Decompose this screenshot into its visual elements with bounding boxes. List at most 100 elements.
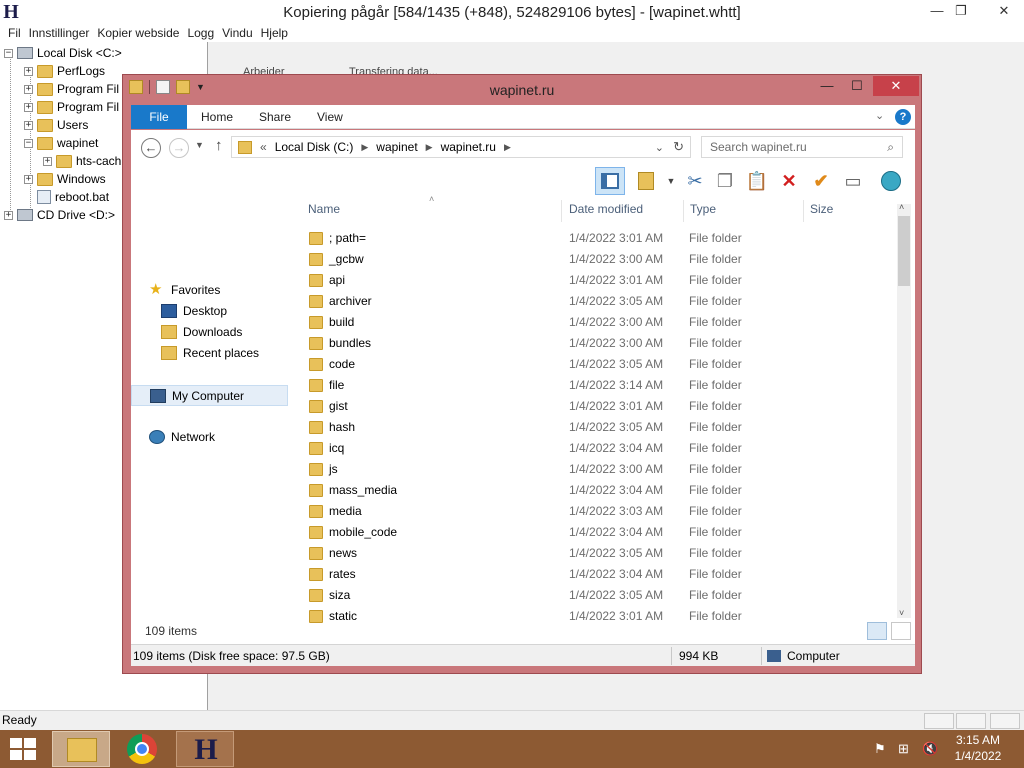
tree-item-perflogs[interactable]: + PerfLogs bbox=[24, 62, 105, 80]
file-row[interactable]: siza 1/4/2022 3:05 AM File folder bbox=[301, 585, 901, 606]
flag-icon[interactable]: ⚑ bbox=[874, 741, 886, 757]
expand-icon[interactable]: + bbox=[43, 156, 52, 166]
preview-pane-icon[interactable] bbox=[595, 167, 625, 195]
expand-icon[interactable]: + bbox=[24, 66, 33, 76]
file-row[interactable]: bundles 1/4/2022 3:00 AM File folder bbox=[301, 333, 901, 354]
paste-icon[interactable]: 📋 bbox=[745, 169, 769, 193]
file-row[interactable]: news 1/4/2022 3:05 AM File folder bbox=[301, 543, 901, 564]
taskbar-httrack[interactable]: H bbox=[176, 731, 234, 767]
checkmark-icon[interactable]: ✔ bbox=[809, 169, 833, 193]
tab-view[interactable]: View bbox=[303, 105, 357, 129]
forward-button[interactable]: → bbox=[169, 138, 189, 158]
close-button[interactable]: ✕ bbox=[986, 0, 1022, 22]
tab-file[interactable]: File bbox=[131, 105, 187, 129]
ribbon-expand-icon[interactable]: ⌄ bbox=[875, 109, 884, 122]
menu-logg[interactable]: Logg bbox=[183, 24, 218, 42]
scroll-up-icon[interactable]: ˄ bbox=[899, 202, 904, 212]
rename-icon[interactable]: ▭ bbox=[841, 169, 865, 193]
file-row[interactable]: mobile_code 1/4/2022 3:04 AM File folder bbox=[301, 522, 901, 543]
address-overflow[interactable]: « bbox=[260, 140, 267, 154]
crumb-wapinet-ru[interactable]: wapinet.ru bbox=[441, 140, 496, 154]
expand-icon[interactable]: + bbox=[24, 174, 33, 184]
expand-icon[interactable]: + bbox=[24, 120, 33, 130]
minimize-button[interactable]: — bbox=[813, 76, 841, 96]
file-row[interactable]: hash 1/4/2022 3:05 AM File folder bbox=[301, 417, 901, 438]
delete-icon[interactable]: ✕ bbox=[777, 169, 801, 193]
file-row[interactable]: code 1/4/2022 3:05 AM File folder bbox=[301, 354, 901, 375]
help-icon[interactable]: ? bbox=[895, 109, 911, 125]
expand-icon[interactable]: + bbox=[24, 102, 33, 112]
crumb-local-disk[interactable]: Local Disk (C:) bbox=[275, 140, 354, 154]
tree-item-wapinet[interactable]: − wapinet bbox=[24, 134, 98, 152]
refresh-icon[interactable]: ↻ bbox=[673, 139, 684, 155]
close-button[interactable]: ✕ bbox=[873, 76, 919, 96]
maximize-button[interactable]: ☐ bbox=[843, 76, 871, 96]
address-dropdown-icon[interactable]: ⌄ bbox=[655, 141, 664, 154]
up-button[interactable]: ↑ bbox=[215, 137, 223, 154]
nav-recent-places[interactable]: Recent places bbox=[161, 343, 259, 363]
file-row[interactable]: media 1/4/2022 3:03 AM File folder bbox=[301, 501, 901, 522]
search-input[interactable]: Search wapinet.ru ⌕ bbox=[701, 136, 903, 158]
collapse-icon[interactable]: − bbox=[4, 48, 13, 58]
file-row[interactable]: static 1/4/2022 3:01 AM File folder bbox=[301, 606, 901, 627]
file-row[interactable]: _gcbw 1/4/2022 3:00 AM File folder bbox=[301, 249, 901, 270]
taskbar-chrome[interactable] bbox=[114, 731, 172, 767]
tree-item-windows[interactable]: + Windows bbox=[24, 170, 106, 188]
tree-item-cd-drive[interactable]: + CD Drive <D:> bbox=[4, 206, 115, 224]
scroll-thumb[interactable] bbox=[898, 216, 910, 286]
search-icon[interactable]: ⌕ bbox=[887, 137, 894, 157]
file-row[interactable]: icq 1/4/2022 3:04 AM File folder bbox=[301, 438, 901, 459]
file-row[interactable]: file 1/4/2022 3:14 AM File folder bbox=[301, 375, 901, 396]
change-view-icon[interactable] bbox=[635, 169, 659, 193]
nav-desktop[interactable]: Desktop bbox=[161, 301, 227, 321]
column-name[interactable]: Name bbox=[308, 202, 340, 216]
back-button[interactable]: ← bbox=[141, 138, 161, 158]
column-date-modified[interactable]: Date modified bbox=[569, 202, 643, 216]
tab-home[interactable]: Home bbox=[187, 105, 247, 129]
restore-button[interactable]: ❐ bbox=[946, 0, 976, 22]
recent-locations-icon[interactable]: ▼ bbox=[195, 140, 204, 150]
start-button[interactable] bbox=[10, 738, 38, 760]
menu-vindu[interactable]: Vindu bbox=[218, 24, 256, 42]
tab-share[interactable]: Share bbox=[245, 105, 305, 129]
menu-fil[interactable]: Fil bbox=[4, 24, 25, 42]
file-row[interactable]: js 1/4/2022 3:00 AM File folder bbox=[301, 459, 901, 480]
taskbar-file-explorer[interactable] bbox=[52, 731, 110, 767]
nav-favorites[interactable]: ★ Favorites bbox=[149, 280, 220, 300]
tree-item-program-files-x86[interactable]: + Program Fil bbox=[24, 98, 119, 116]
crumb-wapinet[interactable]: wapinet bbox=[376, 140, 417, 154]
expand-icon[interactable]: + bbox=[24, 84, 33, 94]
menu-kopier-webside[interactable]: Kopier webside bbox=[93, 24, 183, 42]
collapse-icon[interactable]: − bbox=[24, 138, 33, 148]
file-row[interactable]: gist 1/4/2022 3:01 AM File folder bbox=[301, 396, 901, 417]
clock-time[interactable]: 3:15 AM bbox=[946, 733, 1010, 747]
network-tray-icon[interactable]: ⊞ bbox=[898, 741, 909, 757]
file-row[interactable]: ; path= 1/4/2022 3:01 AM File folder bbox=[301, 228, 901, 249]
column-size[interactable]: Size bbox=[810, 202, 833, 216]
address-bar[interactable]: « Local Disk (C:) ▶ wapinet ▶ wapinet.ru… bbox=[231, 136, 691, 158]
cut-icon[interactable]: ✂ bbox=[683, 169, 707, 193]
tree-item-local-disk[interactable]: − Local Disk <C:> bbox=[4, 44, 122, 62]
menu-hjelp[interactable]: Hjelp bbox=[257, 24, 292, 42]
clock-date[interactable]: 1/4/2022 bbox=[946, 749, 1010, 763]
globe-icon[interactable] bbox=[879, 169, 903, 193]
vertical-scrollbar[interactable]: ˄ ˅ bbox=[897, 202, 911, 618]
file-row[interactable]: mass_media 1/4/2022 3:04 AM File folder bbox=[301, 480, 901, 501]
file-row[interactable]: api 1/4/2022 3:01 AM File folder bbox=[301, 270, 901, 291]
copy-icon[interactable]: ❐ bbox=[713, 169, 737, 193]
tree-item-reboot-bat[interactable]: reboot.bat bbox=[37, 188, 109, 206]
nav-my-computer[interactable]: My Computer bbox=[131, 385, 288, 406]
scroll-down-icon[interactable]: ˅ bbox=[899, 608, 904, 618]
chevron-down-icon[interactable]: ▼ bbox=[659, 169, 683, 193]
nav-network[interactable]: Network bbox=[149, 427, 215, 447]
file-row[interactable]: archiver 1/4/2022 3:05 AM File folder bbox=[301, 291, 901, 312]
tree-item-users[interactable]: + Users bbox=[24, 116, 88, 134]
menu-innstillinger[interactable]: Innstillinger bbox=[25, 24, 94, 42]
tree-item-hts-cache[interactable]: + hts-cach bbox=[43, 152, 121, 170]
volume-muted-icon[interactable]: 🔇 bbox=[922, 741, 938, 757]
file-row[interactable]: build 1/4/2022 3:00 AM File folder bbox=[301, 312, 901, 333]
nav-downloads[interactable]: Downloads bbox=[161, 322, 242, 342]
expand-icon[interactable]: + bbox=[4, 210, 13, 220]
large-icons-view-button[interactable] bbox=[891, 622, 911, 640]
details-view-button[interactable] bbox=[867, 622, 887, 640]
